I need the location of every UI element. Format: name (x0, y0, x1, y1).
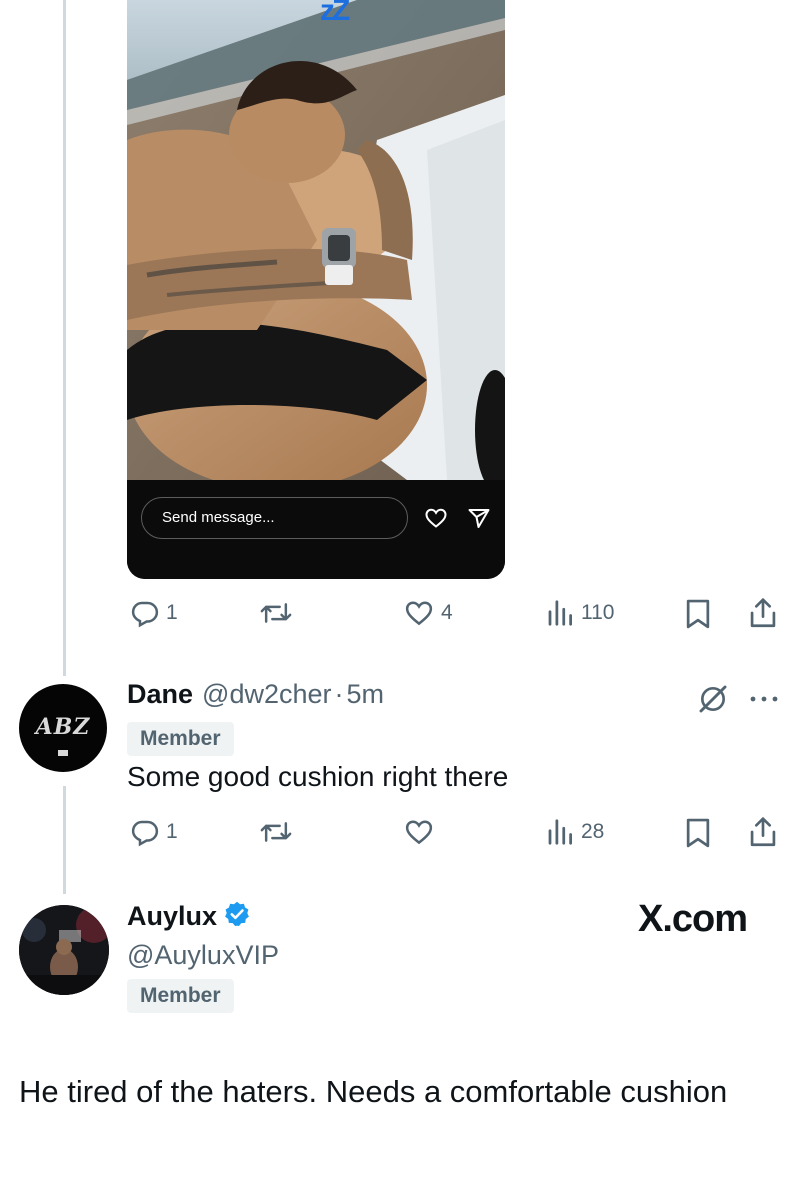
story-send-icon[interactable] (467, 506, 491, 530)
reply-button[interactable]: 1 (130, 598, 178, 628)
views-count: 28 (581, 820, 605, 843)
heart-icon (405, 820, 433, 845)
avatar-auylux[interactable] (19, 905, 109, 995)
reply-icon (131, 601, 159, 628)
share-icon (750, 598, 776, 628)
views-button[interactable]: 28 (545, 817, 604, 847)
views-count: 110 (581, 601, 615, 624)
views-icon (548, 819, 572, 845)
reply-text: Some good cushion right there (127, 761, 509, 792)
repost-icon (260, 822, 292, 842)
bookmark-icon (686, 599, 710, 629)
beach-photo (127, 0, 505, 480)
like-button[interactable]: 4 (403, 598, 453, 628)
member-badge: Member (127, 722, 234, 756)
sleep-emoji: zZ (320, 0, 350, 27)
like-button[interactable] (403, 817, 441, 847)
reply-count: 1 (166, 601, 178, 624)
share-icon (750, 817, 776, 847)
views-button[interactable]: 110 (545, 598, 614, 628)
reply-icon (131, 820, 159, 847)
story-heart-icon[interactable] (424, 506, 448, 530)
member-badge: Member (127, 979, 234, 1013)
repost-button[interactable] (260, 598, 298, 628)
grok-icon[interactable] (697, 683, 729, 720)
thread-line (63, 0, 66, 676)
story-photo[interactable]: zZ (127, 0, 505, 480)
x-com-watermark: X.com (638, 898, 748, 940)
avatar-tag (58, 750, 68, 756)
avatar-photo (19, 905, 109, 995)
verified-badge-icon (223, 900, 251, 933)
like-count: 4 (441, 601, 453, 624)
reply-header: Dane @dw2cher · 5m (127, 679, 384, 710)
post-caption: He tired of the haters. Needs a comforta… (19, 1074, 728, 1109)
author-name-row: Auylux (127, 900, 251, 933)
avatar-dane[interactable]: ABZ (19, 684, 107, 772)
more-icon[interactable] (748, 692, 780, 710)
bookmark-button[interactable] (684, 598, 712, 630)
repost-icon (260, 603, 292, 623)
views-icon (548, 600, 572, 626)
thread-line (63, 786, 66, 894)
reply-button[interactable]: 1 (130, 817, 178, 847)
reply-author-name[interactable]: Dane (127, 679, 193, 710)
share-button[interactable] (748, 815, 778, 849)
story-reply-bar: Send message... (127, 480, 505, 579)
avatar-logo-text: ABZ (35, 714, 91, 740)
bookmark-icon (686, 818, 710, 848)
author-handle[interactable]: @AuyluxVIP (127, 940, 279, 971)
share-button[interactable] (748, 596, 778, 630)
repost-button[interactable] (260, 817, 298, 847)
separator-dot: · (334, 679, 344, 709)
story-screenshot-card[interactable]: zZ Send message... (127, 0, 505, 579)
reply-count: 1 (166, 820, 178, 843)
heart-icon (405, 601, 433, 626)
author-name[interactable]: Auylux (127, 901, 217, 932)
reply-timestamp[interactable]: 5m (347, 679, 385, 710)
reply-author-handle[interactable]: @dw2cher (202, 679, 331, 710)
bookmark-button[interactable] (684, 817, 712, 849)
send-message-input[interactable]: Send message... (141, 497, 408, 539)
